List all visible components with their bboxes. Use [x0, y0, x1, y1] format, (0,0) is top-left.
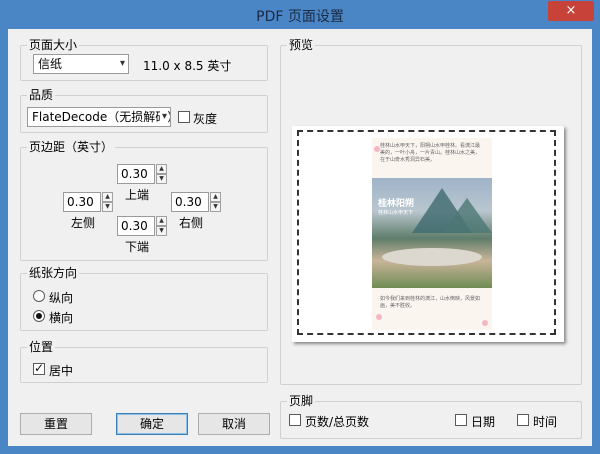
chevron-down-icon: ▾	[119, 58, 125, 69]
grayscale-checkbox[interactable]	[178, 111, 190, 123]
quality-select[interactable]: FlateDecode（无损解码） ▾	[27, 107, 171, 127]
footer-legend: 页脚	[287, 394, 316, 408]
page-size-select[interactable]: 信纸 ▾	[33, 54, 129, 74]
date-checkbox[interactable]	[455, 414, 467, 426]
chevron-down-icon: ▾	[159, 108, 167, 126]
margin-right-stepper[interactable]: 0.30 ▲ ▼	[171, 192, 221, 212]
portrait-radio[interactable]	[33, 290, 45, 302]
time-label: 时间	[533, 415, 558, 429]
landscape-photo: 桂林阳朔 桂林山水甲天下	[372, 178, 492, 288]
mountain-shape	[442, 198, 492, 233]
decrement-icon[interactable]: ▼	[156, 174, 167, 184]
date-label: 日期	[471, 415, 496, 429]
page-dimensions: 11.0 x 8.5 英寸	[143, 59, 232, 73]
flower-decoration	[482, 320, 488, 326]
margin-bottom-label: 下端	[125, 240, 150, 254]
preview-area: 桂林山水甲天下，阳朔山水甲桂林。看漓江最美的，一叶小舟，一片青山。桂林山水之美，…	[289, 60, 567, 380]
quality-group: 品质 FlateDecode（无损解码） ▾ 灰度	[20, 88, 268, 133]
thumbnail-text-bottom: 如今我们来到桂林的漓江，山水倒映，风景如画，美不胜收。	[380, 296, 481, 309]
margin-right-label: 右侧	[179, 216, 204, 230]
page-size-legend: 页面大小	[27, 38, 80, 52]
grayscale-label: 灰度	[193, 112, 218, 126]
increment-icon[interactable]: ▲	[102, 192, 113, 202]
preview-legend: 预览	[287, 38, 316, 52]
margin-top-label: 上端	[125, 188, 150, 202]
margin-right-input[interactable]: 0.30	[171, 192, 209, 212]
portrait-label: 纵向	[49, 291, 74, 305]
title-bar[interactable]: PDF 页面设置 ×	[0, 0, 600, 29]
margin-bottom-input[interactable]: 0.30	[117, 216, 155, 236]
cancel-button[interactable]: 取消	[198, 413, 270, 435]
position-legend: 位置	[27, 340, 56, 354]
footer-group: 页脚 页数/总页数 日期 时间	[280, 394, 582, 439]
landscape-label: 横向	[49, 311, 74, 325]
river-shape	[382, 248, 482, 266]
orientation-legend: 纸张方向	[27, 266, 80, 280]
increment-icon[interactable]: ▲	[210, 192, 221, 202]
margin-left-label: 左侧	[71, 216, 96, 230]
page-count-checkbox[interactable]	[289, 414, 301, 426]
page-size-selected: 信纸	[38, 57, 63, 71]
orientation-group: 纸张方向 纵向 横向	[20, 266, 268, 331]
document-thumbnail: 桂林山水甲天下，阳朔山水甲桂林。看漓江最美的，一叶小舟，一片青山。桂林山水之美，…	[372, 138, 492, 330]
window-title: PDF 页面设置	[256, 9, 344, 25]
dialog-window: PDF 页面设置 × 页面大小 信纸 ▾ 11.0 x 8.5 英寸 品质 Fl…	[0, 0, 600, 454]
quality-legend: 品质	[27, 88, 56, 102]
close-button[interactable]: ×	[548, 1, 594, 21]
decrement-icon[interactable]: ▼	[156, 226, 167, 236]
preview-group: 预览 桂林山水甲天下，阳朔山水甲桂林。看漓江最美的，一叶小舟，一片青山。桂林山水…	[280, 38, 582, 385]
center-label: 居中	[49, 364, 74, 378]
dialog-client-area: 页面大小 信纸 ▾ 11.0 x 8.5 英寸 品质 FlateDecode（无…	[8, 29, 592, 446]
landscape-radio[interactable]	[33, 310, 45, 322]
flower-decoration	[376, 314, 382, 320]
thumbnail-subtitle: 桂林山水甲天下	[378, 210, 414, 216]
page-size-group: 页面大小 信纸 ▾ 11.0 x 8.5 英寸	[20, 38, 268, 81]
increment-icon[interactable]: ▲	[156, 216, 167, 226]
decrement-icon[interactable]: ▼	[210, 202, 221, 212]
margin-top-stepper[interactable]: 0.30 ▲ ▼	[117, 164, 167, 184]
page-count-label: 页数/总页数	[305, 415, 370, 429]
margin-left-stepper[interactable]: 0.30 ▲ ▼	[63, 192, 113, 212]
thumbnail-text-top: 桂林山水甲天下，阳朔山水甲桂林。看漓江最美的，一叶小舟，一片青山。桂林山水之美，…	[380, 143, 481, 163]
decrement-icon[interactable]: ▼	[102, 202, 113, 212]
ok-button[interactable]: 确定	[116, 413, 188, 435]
preview-paper: 桂林山水甲天下，阳朔山水甲桂林。看漓江最美的，一叶小舟，一片青山。桂林山水之美，…	[292, 126, 564, 342]
margins-legend: 页边距（英寸）	[27, 140, 116, 154]
increment-icon[interactable]: ▲	[156, 164, 167, 174]
time-checkbox[interactable]	[517, 414, 529, 426]
margins-group: 页边距（英寸） 0.30 ▲ ▼ 上端 0.30 ▲ ▼ 左侧 0.30 ▲ ▼…	[20, 140, 268, 261]
margin-bottom-stepper[interactable]: 0.30 ▲ ▼	[117, 216, 167, 236]
margin-top-input[interactable]: 0.30	[117, 164, 155, 184]
quality-selected: FlateDecode（无损解码）	[32, 110, 171, 124]
margin-left-input[interactable]: 0.30	[63, 192, 101, 212]
center-checkbox[interactable]	[33, 361, 45, 375]
thumbnail-title: 桂林阳朔	[378, 199, 415, 209]
reset-button[interactable]: 重置	[20, 413, 92, 435]
position-group: 位置 居中	[20, 340, 268, 383]
close-icon: ×	[565, 3, 577, 18]
